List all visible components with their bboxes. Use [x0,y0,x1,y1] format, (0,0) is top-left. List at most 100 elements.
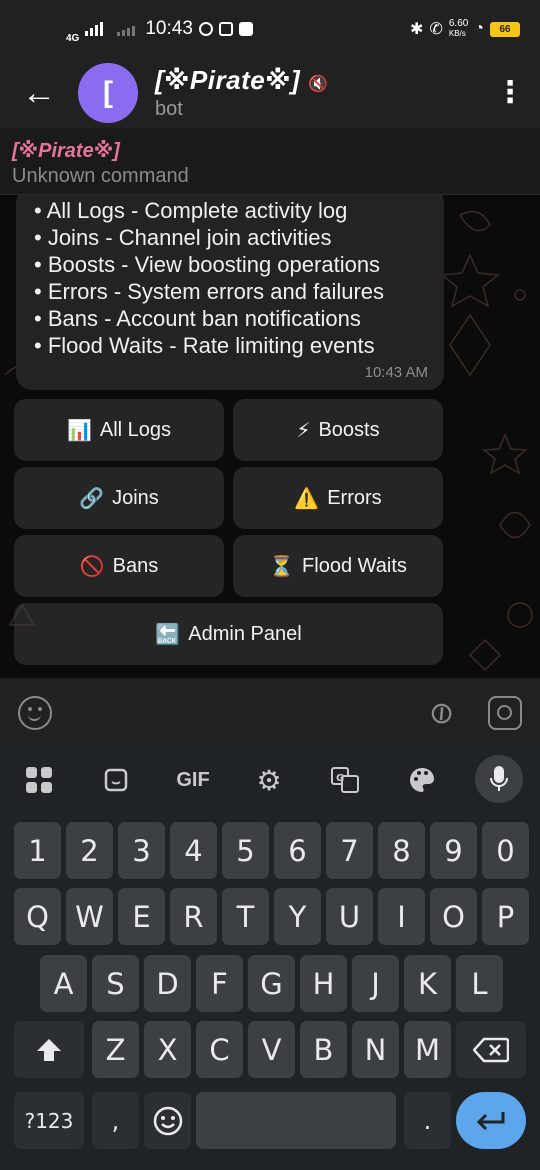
key-x[interactable]: X [144,1021,191,1078]
key-k[interactable]: K [404,955,451,1012]
key-3[interactable]: 3 [118,822,165,879]
key-a[interactable]: A [40,955,87,1012]
key-s[interactable]: S [92,955,139,1012]
button-label: Bans [112,554,159,577]
key-b[interactable]: B [300,1021,347,1078]
bar-chart-icon: 📊 [66,419,92,442]
key-t[interactable]: T [222,888,269,945]
key-d[interactable]: D [144,955,191,1012]
key-q[interactable]: Q [14,888,61,945]
key-9[interactable]: 9 [430,822,477,879]
soft-keyboard: GIF ⚙ G 1 2 3 4 5 6 7 8 9 0 Q W E R T Y … [0,748,540,1170]
enter-arrow-icon [476,1111,505,1130]
key-p[interactable]: P [482,888,529,945]
app-notification-icon [198,22,213,36]
key-c[interactable]: C [196,1021,243,1078]
message-input-bar: ⊘ [0,678,540,748]
link-icon: 🔗 [79,487,105,510]
button-label: All Logs [99,418,172,441]
message-line: • Bans - Account ban notifications [34,306,361,331]
button-label: Joins [112,486,159,509]
paperclip-icon[interactable]: ⊘ [421,692,463,735]
prohibited-icon: 🚫 [79,555,105,578]
message-input[interactable] [72,688,409,738]
key-v[interactable]: V [248,1021,295,1078]
translate-icon[interactable]: G [323,758,367,802]
all-logs-button[interactable]: 📊 All Logs [14,399,224,461]
key-8[interactable]: 8 [378,822,425,879]
joins-button[interactable]: 🔗 Joins [14,467,224,529]
signal-2-icon [117,22,136,36]
settings-gear-icon[interactable]: ⚙ [247,758,291,802]
mail-notification-icon [218,22,233,36]
bluetooth-icon: ✱ [410,21,424,38]
chat-title: [※Pirate※] 🔇 [155,65,329,95]
shift-key[interactable] [14,1021,84,1078]
key-7[interactable]: 7 [326,822,373,879]
emoji-icon[interactable] [18,696,52,730]
key-1[interactable]: 1 [14,822,61,879]
emoji-key[interactable] [144,1092,191,1149]
key-n[interactable]: N [352,1021,399,1078]
key-j[interactable]: J [352,955,399,1012]
camera-icon[interactable] [488,696,522,730]
button-label: Flood Waits [302,554,407,577]
key-u[interactable]: U [326,888,373,945]
gif-button[interactable]: GIF [171,758,215,802]
more-menu-icon[interactable]: ⋮ [480,78,540,108]
admin-panel-button[interactable]: 🔙 Admin Panel [14,603,443,665]
sticker-icon[interactable] [94,758,138,802]
network-type: 4G [66,32,80,44]
enter-key[interactable] [456,1092,526,1149]
key-g[interactable]: G [248,955,295,1012]
muted-icon: 🔇 [308,76,329,93]
apps-grid-icon[interactable] [17,758,61,802]
back-arrow-icon[interactable]: ← [0,58,78,128]
warning-icon: ⚠️ [294,487,320,510]
message-line: • Boosts - View boosting operations [34,252,381,277]
battery-icon: 66 [490,21,520,37]
key-l[interactable]: L [456,955,503,1012]
network-speed: 6.60 KB/s [448,18,469,39]
key-f[interactable]: F [196,955,243,1012]
avatar[interactable]: [ [78,63,138,123]
key-h[interactable]: H [300,955,347,1012]
key-o[interactable]: O [430,888,477,945]
chat-title-block[interactable]: [※Pirate※] 🔇 bot [155,65,329,121]
key-0[interactable]: 0 [482,822,529,879]
key-i[interactable]: I [378,888,425,945]
palette-icon[interactable] [400,758,444,802]
microphone-icon[interactable] [475,755,523,803]
backspace-key[interactable] [456,1021,526,1078]
period-key[interactable]: . [404,1092,451,1149]
boosts-button[interactable]: ⚡ Boosts [233,399,443,461]
key-m[interactable]: M [404,1021,451,1078]
key-2[interactable]: 2 [66,822,113,879]
comma-key[interactable]: , [92,1092,139,1149]
message-line: • All Logs - Complete activity log [34,198,348,223]
key-5[interactable]: 5 [222,822,269,879]
youtube-notification-icon [238,22,253,36]
key-e[interactable]: E [118,888,165,945]
space-key[interactable] [196,1092,396,1149]
errors-button[interactable]: ⚠️ Errors [233,467,443,529]
bot-message-bubble[interactable]: • All Logs - Complete activity log • Joi… [16,195,444,390]
svg-text:G: G [336,773,344,784]
key-w[interactable]: W [66,888,113,945]
button-label: Admin Panel [188,622,302,645]
backspace-icon [473,1037,509,1062]
pinned-message-bar[interactable]: [※Pirate※] Unknown command [0,128,540,195]
chat-area[interactable]: • All Logs - Complete activity log • Joi… [0,195,540,678]
key-6[interactable]: 6 [274,822,321,879]
chat-header: ← [ [※Pirate※] 🔇 bot ⋮ [0,58,540,128]
key-y[interactable]: Y [274,888,321,945]
keyboard-toolbar: GIF ⚙ G [0,748,540,810]
key-z[interactable]: Z [92,1021,139,1078]
status-bar: 4G 10:43 ✱ ✆ 6.60 KB/s ◔ 66 [0,0,540,58]
flood-waits-button[interactable]: ⏳ Flood Waits [233,535,443,597]
symbols-key[interactable]: ?123 [14,1092,84,1149]
key-4[interactable]: 4 [170,822,217,879]
emoji-smile-icon [153,1106,182,1135]
bans-button[interactable]: 🚫 Bans [14,535,224,597]
key-r[interactable]: R [170,888,217,945]
